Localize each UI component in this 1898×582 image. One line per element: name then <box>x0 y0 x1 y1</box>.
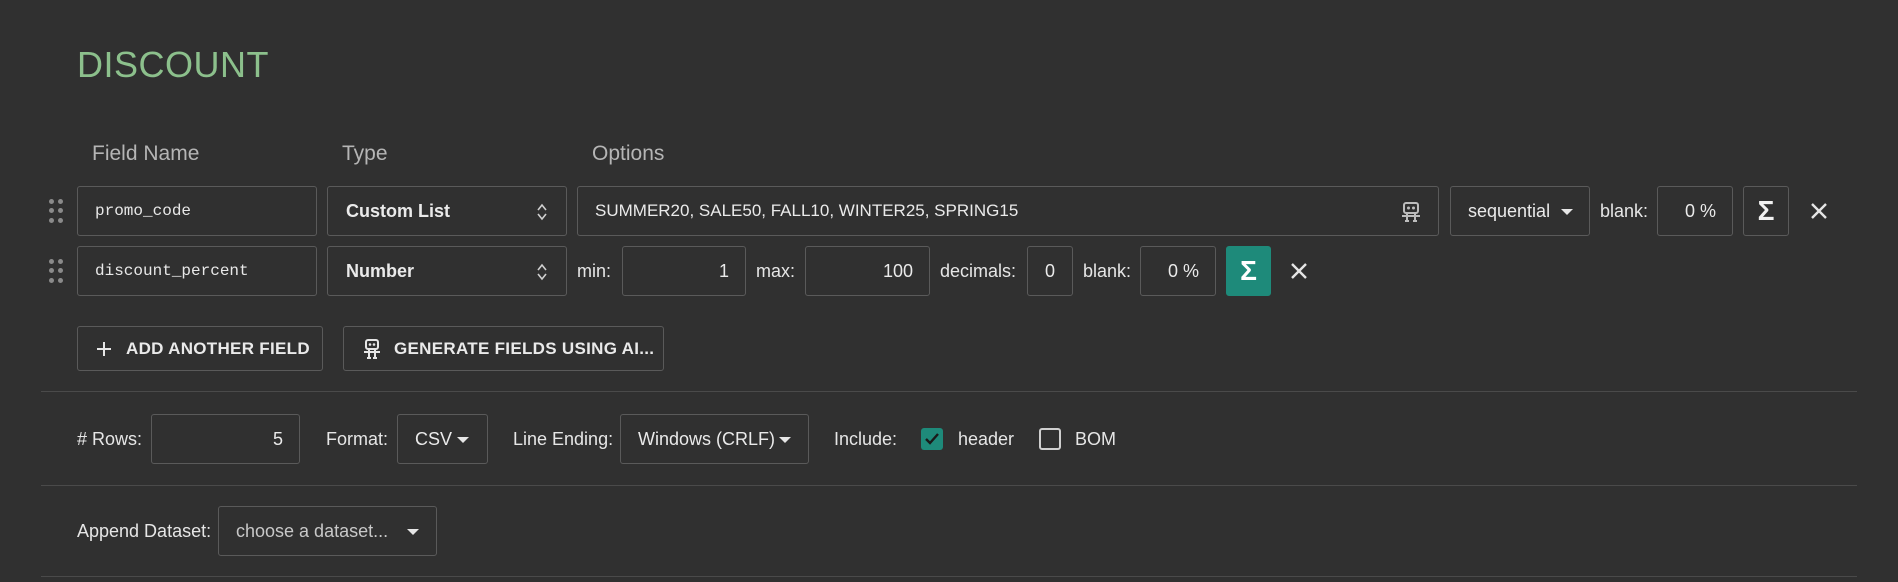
remove-field-button[interactable] <box>1286 258 1312 284</box>
drag-handle-icon[interactable] <box>49 259 63 283</box>
blank-percent-input[interactable]: 0 % <box>1657 186 1733 236</box>
close-icon <box>1811 203 1827 219</box>
up-down-arrows-icon <box>537 203 547 221</box>
order-select-value: sequential <box>1468 200 1551 221</box>
blank-percent-value: 0 % <box>1167 260 1199 281</box>
bom-checkbox[interactable] <box>1039 428 1061 450</box>
order-select[interactable]: sequential <box>1450 186 1590 236</box>
caret-down-icon <box>1561 209 1573 215</box>
divider <box>41 485 1857 486</box>
line-ending-label: Line Ending: <box>513 428 614 449</box>
blank-percent-value: 0 % <box>1684 200 1716 221</box>
rows-label: # Rows: <box>77 428 143 449</box>
type-select[interactable]: Number <box>327 246 567 296</box>
column-header-field-name: Field Name <box>92 142 200 165</box>
field-name-value: promo_code <box>95 202 192 220</box>
include-label: Include: <box>834 428 898 449</box>
column-header-type: Type <box>342 142 388 165</box>
type-select-value: Custom List <box>346 200 451 221</box>
bom-checkbox-label: BOM <box>1075 428 1117 449</box>
field-name-input[interactable]: promo_code <box>77 186 317 236</box>
blank-label: blank: <box>1600 200 1649 221</box>
min-label: min: <box>577 260 612 281</box>
rows-input[interactable]: 5 <box>151 414 300 464</box>
blank-percent-input[interactable]: 0 % <box>1140 246 1216 296</box>
blank-label: blank: <box>1083 260 1132 281</box>
format-select-value: CSV <box>415 428 453 449</box>
append-dataset-placeholder: choose a dataset... <box>236 520 389 541</box>
add-field-label: ADD ANOTHER FIELD <box>126 338 310 358</box>
add-field-button[interactable]: ADD ANOTHER FIELD <box>77 326 323 371</box>
header-checkbox[interactable] <box>921 428 943 450</box>
type-select-value: Number <box>346 260 415 281</box>
caret-down-icon <box>779 437 791 443</box>
formula-button[interactable]: Σ <box>1226 246 1271 296</box>
format-select[interactable]: CSV <box>397 414 488 464</box>
drag-handle-icon[interactable] <box>49 199 63 223</box>
rows-value: 5 <box>272 428 283 449</box>
field-name-value: discount_percent <box>95 262 249 280</box>
remove-field-button[interactable] <box>1806 198 1832 224</box>
robot-icon[interactable] <box>1398 199 1424 225</box>
generate-ai-button[interactable]: GENERATE FIELDS USING AI... <box>343 326 664 371</box>
decimals-label: decimals: <box>940 260 1017 281</box>
plus-icon <box>97 341 111 356</box>
divider <box>41 576 1857 577</box>
max-label: max: <box>756 260 796 281</box>
column-header-options: Options <box>592 142 665 165</box>
robot-icon <box>364 338 380 359</box>
close-icon <box>1291 263 1307 279</box>
max-input[interactable]: 100 <box>805 246 930 296</box>
formula-button[interactable]: Σ <box>1743 186 1789 236</box>
header-checkbox-label: header <box>958 428 1015 449</box>
decimals-value: 0 <box>1044 260 1055 281</box>
min-value: 1 <box>718 260 729 281</box>
caret-down-icon <box>407 529 419 535</box>
sigma-icon: Σ <box>1757 195 1775 226</box>
append-dataset-label: Append Dataset: <box>77 520 212 541</box>
up-down-arrows-icon <box>537 263 547 281</box>
decimals-input[interactable]: 0 <box>1027 246 1073 296</box>
sigma-icon: Σ <box>1240 255 1257 286</box>
custom-list-value: SUMMER20, SALE50, FALL10, WINTER25, SPRI… <box>595 201 1019 220</box>
generate-ai-label: GENERATE FIELDS USING AI... <box>394 338 655 358</box>
line-ending-select[interactable]: Windows (CRLF) <box>620 414 809 464</box>
section-title: DISCOUNT <box>77 44 269 85</box>
max-value: 100 <box>882 260 913 281</box>
format-label: Format: <box>326 428 389 449</box>
type-select[interactable]: Custom List <box>327 186 567 236</box>
checkmark-icon <box>925 433 939 445</box>
divider <box>41 391 1857 392</box>
append-dataset-select[interactable]: choose a dataset... <box>218 506 437 556</box>
min-input[interactable]: 1 <box>622 246 746 296</box>
field-name-input[interactable]: discount_percent <box>77 246 317 296</box>
line-ending-select-value: Windows (CRLF) <box>638 428 776 449</box>
custom-list-input[interactable]: SUMMER20, SALE50, FALL10, WINTER25, SPRI… <box>577 186 1439 236</box>
caret-down-icon <box>457 437 469 443</box>
